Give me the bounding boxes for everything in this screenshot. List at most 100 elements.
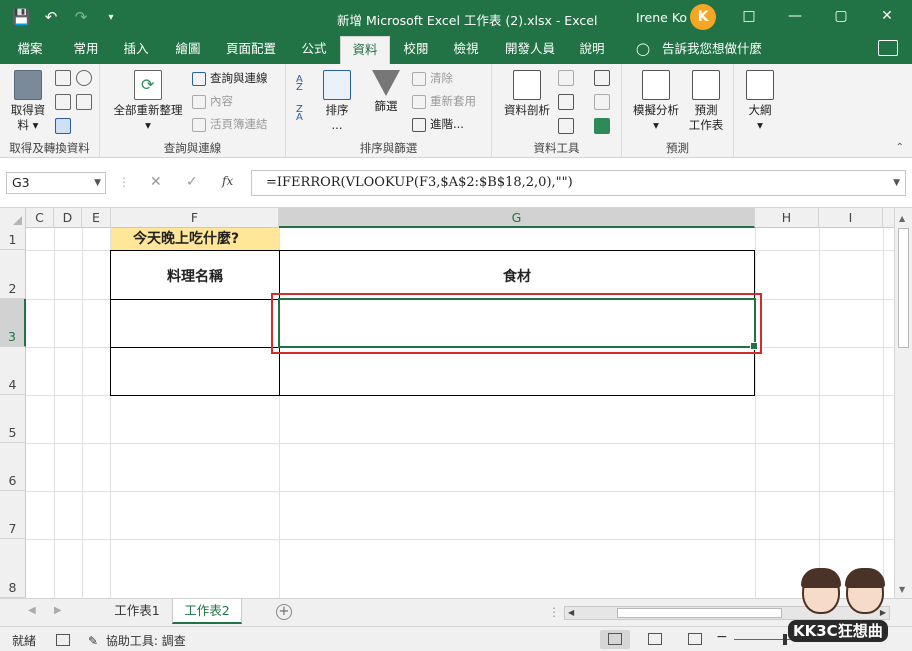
from-web-icon[interactable]	[55, 94, 71, 110]
tab-help[interactable]: 說明	[570, 36, 614, 64]
get-data-button[interactable]: 取得資 料 ▾	[6, 70, 50, 133]
add-sheet-icon[interactable]: +	[276, 604, 292, 620]
formula-input[interactable]: =IFERROR(VLOOKUP(F3,$A$2:$B$18,2,0),"") …	[251, 170, 906, 196]
avatar[interactable]: K	[690, 4, 716, 30]
edit-links-button[interactable]: 活頁簿連結	[192, 114, 268, 134]
scroll-thumb[interactable]	[617, 608, 782, 618]
customize-icon[interactable]: ▾	[102, 12, 120, 23]
tab-insert[interactable]: 插入	[114, 36, 158, 64]
insert-function-icon[interactable]: fx	[222, 174, 233, 188]
accessibility-status[interactable]: ✎ 協助工具: 調查	[88, 632, 186, 649]
scroll-thumb[interactable]	[898, 228, 909, 348]
macro-record-icon[interactable]	[56, 634, 70, 646]
sheet-tab-1[interactable]: 工作表1	[102, 599, 172, 624]
column-header-e[interactable]: E	[82, 208, 111, 228]
queries-connections-button[interactable]: 查詢與連線	[192, 68, 268, 88]
prev-sheet-icon[interactable]: ◀	[28, 605, 36, 616]
flash-fill-icon[interactable]	[558, 70, 574, 86]
column-header-c[interactable]: C	[26, 208, 54, 228]
enter-icon[interactable]: ✓	[186, 174, 198, 190]
tab-review[interactable]: 校閱	[394, 36, 438, 64]
minimize-icon[interactable]: —	[772, 0, 818, 32]
sort-ascending-icon[interactable]: AZ	[296, 75, 312, 93]
advanced-filter-button[interactable]: 進階...	[412, 114, 464, 134]
clear-filter-button[interactable]: 清除	[412, 68, 453, 88]
page-break-view-button[interactable]	[680, 630, 710, 649]
collapse-ribbon-icon[interactable]: ⌃	[896, 142, 904, 153]
tab-page-layout[interactable]: 頁面配置	[220, 36, 282, 64]
relationships-icon[interactable]	[594, 94, 610, 110]
maximize-icon[interactable]: ▢	[818, 0, 864, 32]
text-to-columns-button[interactable]: 資料剖析	[500, 70, 554, 118]
next-sheet-icon[interactable]: ▶	[54, 605, 62, 616]
ribbon-display-icon[interactable]: □	[726, 0, 772, 32]
row-header-6[interactable]: 6	[0, 443, 26, 491]
cell-f1[interactable]: 今天晚上吃什麼?	[111, 228, 279, 250]
forecast-sheet-button[interactable]: 預測 工作表	[684, 70, 728, 133]
drag-handle-icon[interactable]: ⋮	[118, 175, 130, 189]
sort-descending-icon[interactable]: ZA	[296, 105, 312, 123]
tab-home[interactable]: 常用	[64, 36, 108, 64]
vertical-scrollbar[interactable]: ▲ ▼	[894, 208, 912, 598]
status-ready: 就緒	[12, 634, 37, 648]
tab-split-handle-icon[interactable]: ⋮	[548, 605, 560, 619]
worksheet-grid[interactable]: C D E F G H I 1 2 3 4 5 6 7 8 今天晚上吃什麼? 料…	[0, 208, 912, 598]
name-box[interactable]: G3 ▼	[6, 172, 106, 194]
undo-icon[interactable]: ↶	[42, 8, 60, 26]
sheet-tab-2[interactable]: 工作表2	[172, 599, 242, 624]
group-label-sort-filter: 排序與篩選	[359, 141, 418, 155]
row-header-1[interactable]: 1	[0, 228, 26, 250]
refresh-all-button[interactable]: ⟳ 全部重新整理 ▾	[110, 70, 186, 133]
expand-formula-icon[interactable]: ▼	[893, 171, 900, 195]
comments-icon[interactable]	[878, 40, 898, 56]
tell-me-search[interactable]: ◯ 告訴我您想做什麼	[636, 36, 762, 64]
chevron-down-icon[interactable]: ▼	[94, 173, 101, 193]
tab-data[interactable]: 資料	[340, 36, 390, 64]
tab-draw[interactable]: 繪圖	[166, 36, 210, 64]
existing-connections-icon[interactable]	[76, 94, 92, 110]
tab-file[interactable]: 檔案	[8, 36, 52, 64]
sort-button[interactable]: 排序 ...	[318, 70, 356, 133]
zoom-out-icon[interactable]: −	[716, 629, 728, 645]
cell-g4[interactable]	[279, 347, 755, 396]
what-if-button[interactable]: 模擬分析 ▾	[628, 70, 684, 133]
consolidate-icon[interactable]	[594, 70, 610, 86]
data-model-icon[interactable]	[594, 118, 610, 134]
tab-view[interactable]: 檢視	[444, 36, 488, 64]
recent-sources-icon[interactable]	[76, 70, 92, 86]
outline-button[interactable]: 大綱 ▾	[740, 70, 780, 133]
column-header-g[interactable]: G	[279, 208, 755, 228]
user-name[interactable]: Irene Ko	[636, 10, 687, 25]
tab-developer[interactable]: 開發人員	[498, 36, 562, 64]
row-header-5[interactable]: 5	[0, 395, 26, 443]
row-header-4[interactable]: 4	[0, 347, 26, 395]
tab-formulas[interactable]: 公式	[292, 36, 336, 64]
data-validation-icon[interactable]	[558, 118, 574, 134]
remove-duplicates-icon[interactable]	[558, 94, 574, 110]
save-icon[interactable]: 💾	[12, 8, 31, 26]
normal-view-button[interactable]	[600, 630, 630, 649]
cell-f4[interactable]	[110, 347, 280, 396]
filter-button[interactable]: 篩選	[366, 70, 406, 114]
reapply-button[interactable]: 重新套用	[412, 91, 476, 111]
from-text-icon[interactable]	[55, 70, 71, 86]
column-header-f[interactable]: F	[111, 208, 279, 228]
row-header-2[interactable]: 2	[0, 250, 26, 299]
page-layout-view-button[interactable]	[640, 630, 670, 649]
scroll-up-icon[interactable]: ▲	[899, 214, 905, 223]
column-header-i[interactable]: I	[819, 208, 883, 228]
from-table-icon[interactable]	[55, 118, 71, 134]
cancel-icon[interactable]: ✕	[150, 174, 162, 190]
redo-icon[interactable]: ↷	[72, 8, 90, 26]
row-header-3[interactable]: 3	[0, 299, 26, 347]
queries-icon	[192, 71, 206, 86]
cell-f3[interactable]	[110, 299, 280, 348]
select-all-button[interactable]	[0, 208, 26, 228]
column-header-h[interactable]: H	[755, 208, 819, 228]
close-icon[interactable]: ✕	[864, 0, 910, 32]
row-header-8[interactable]: 8	[0, 539, 26, 598]
properties-button[interactable]: 內容	[192, 91, 233, 111]
column-header-d[interactable]: D	[54, 208, 82, 228]
row-header-7[interactable]: 7	[0, 491, 26, 539]
scroll-left-icon[interactable]: ◀	[568, 607, 574, 619]
